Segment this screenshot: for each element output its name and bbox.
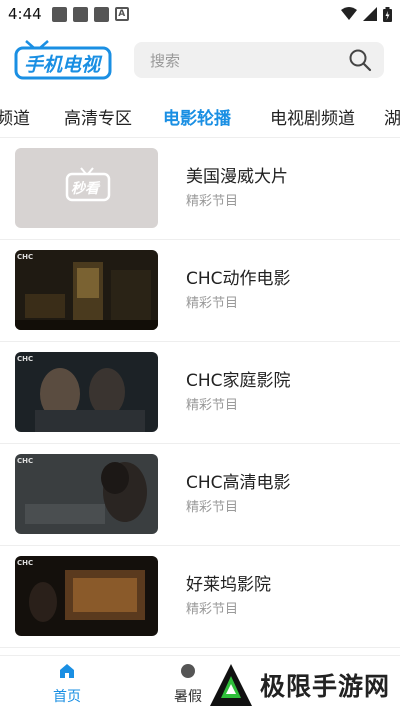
list-item[interactable]: CHC CHC动作电影 精彩节目: [0, 240, 400, 342]
movie-still-image: CHC: [15, 250, 158, 330]
movie-still-image: CHC: [15, 454, 158, 534]
status-system-icons: [341, 6, 392, 22]
movie-still-image: CHC: [15, 556, 158, 636]
channel-subtitle: 精彩节目: [186, 500, 239, 515]
header: 手机电视 搜索: [0, 36, 400, 86]
channel-subtitle: 精彩节目: [186, 194, 239, 209]
channel-title: CHC家庭影院: [186, 371, 291, 391]
movie-still-image: CHC: [15, 352, 158, 432]
channel-title: 好莱坞影院: [186, 575, 271, 595]
search-icon[interactable]: [348, 48, 372, 72]
home-icon[interactable]: [58, 662, 76, 680]
status-time: 4:44: [8, 5, 42, 23]
channel-logo-text: CHC: [17, 559, 33, 567]
tv-logo-icon: 手机电视: [14, 40, 112, 80]
a-notification-icon: A: [114, 7, 129, 21]
channel-logo-text: CHC: [17, 355, 33, 363]
tab-hd-zone[interactable]: 高清专区: [64, 104, 132, 129]
wifi-icon: [341, 7, 357, 20]
signal-icon: [363, 7, 377, 21]
app-logo[interactable]: 手机电视: [14, 39, 114, 83]
search-placeholder[interactable]: 搜索: [150, 50, 348, 71]
tab-hu[interactable]: 湖: [384, 104, 400, 129]
tab-tv-series[interactable]: 电视剧频道: [270, 104, 355, 129]
notification-square-icon: [93, 6, 109, 22]
search-bar[interactable]: 搜索: [134, 42, 384, 78]
notification-square-icon: [72, 6, 88, 22]
channel-title: CHC动作电影: [186, 269, 291, 289]
tab-channel[interactable]: 频道: [0, 104, 30, 129]
watermark-logo-icon: [210, 664, 252, 706]
channel-logo-text: CHC: [17, 457, 33, 465]
list-item[interactable]: CHC CHC高清电影 精彩节目: [0, 444, 400, 546]
watermark-text: 极限手游网: [260, 672, 391, 701]
channel-subtitle: 精彩节目: [186, 602, 239, 617]
channel-subtitle: 精彩节目: [186, 296, 239, 311]
channel-thumbnail: CHC: [15, 454, 158, 534]
watermark: 极限手游网: [208, 660, 398, 710]
holiday-icon[interactable]: [179, 662, 197, 680]
nav-home[interactable]: 首页: [37, 662, 97, 706]
list-item[interactable]: CHC 好莱坞影院 精彩节目: [0, 546, 400, 648]
status-notification-icons: A: [51, 6, 129, 22]
logo-text: 手机电视: [24, 54, 103, 76]
channel-title: CHC高清电影: [186, 473, 291, 493]
channel-thumbnail: 秒看: [15, 148, 158, 228]
channel-thumbnail: CHC: [15, 250, 158, 330]
list-item[interactable]: CHC CHC家庭影院 精彩节目: [0, 342, 400, 444]
placeholder-text: 秒看: [71, 180, 101, 197]
tv-placeholder-icon: 秒看: [65, 167, 111, 202]
tab-movie-carousel[interactable]: 电影轮播: [163, 104, 231, 129]
channel-list: 秒看 美国漫威大片 精彩节目 CHC CHC动作电影 精彩节目 CHC CHC家…: [0, 138, 400, 654]
battery-icon: [383, 6, 392, 22]
list-item[interactable]: 秒看 美国漫威大片 精彩节目: [0, 138, 400, 240]
channel-thumbnail: CHC: [15, 556, 158, 636]
channel-logo-text: CHC: [17, 253, 33, 261]
status-bar: 4:44 A: [0, 0, 400, 28]
nav-home-label[interactable]: 首页: [37, 686, 97, 706]
channel-subtitle: 精彩节目: [186, 398, 239, 413]
category-tabs: 频道 高清专区 电影轮播 电视剧频道 湖: [0, 92, 400, 138]
channel-title: 美国漫威大片: [186, 167, 288, 187]
notification-square-icon: [51, 6, 67, 22]
channel-thumbnail: CHC: [15, 352, 158, 432]
